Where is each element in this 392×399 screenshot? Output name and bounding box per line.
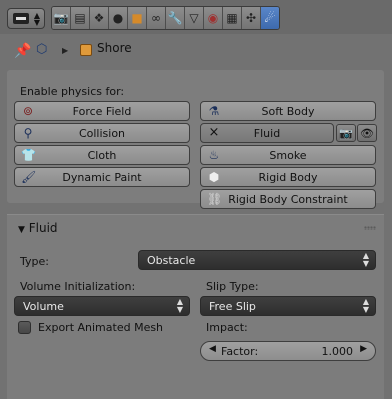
- updown-arrows-icon: ▲ ▼: [362, 297, 369, 314]
- slip-type-value: Free Slip: [209, 299, 256, 313]
- slip-type-label: Slip Type:: [206, 280, 259, 293]
- collision-button[interactable]: ⚲ Collision: [14, 123, 190, 143]
- updown-arrows-icon: ▲ ▼: [176, 297, 183, 314]
- constraints-icon[interactable]: ∞: [147, 7, 166, 29]
- render-layers-icon[interactable]: ▤: [71, 7, 90, 29]
- type-dropdown[interactable]: Obstacle ▲ ▼: [138, 250, 376, 270]
- drag-handle-icon[interactable]: [364, 226, 376, 230]
- pin-icon[interactable]: 📌: [14, 43, 31, 59]
- enable-physics-label: Enable physics for:: [20, 85, 125, 98]
- rigid-body-constraint-label: Rigid Body Constraint: [228, 192, 348, 206]
- type-value: Obstacle: [147, 253, 196, 267]
- data-icon[interactable]: ▽: [185, 7, 204, 29]
- dynamic-paint-button[interactable]: 🖌 Dynamic Paint: [14, 167, 190, 187]
- factor-number-field[interactable]: ◀ Factor: 1.000 ▶: [200, 341, 376, 361]
- chevron-right-icon: ▶: [62, 46, 69, 55]
- fluid-panel-title: Fluid: [28, 221, 58, 235]
- cube-icon: [80, 44, 92, 56]
- volume-init-value: Volume: [23, 299, 64, 313]
- eye-icon: 👁: [360, 126, 374, 140]
- scene-icon[interactable]: ❖: [90, 7, 109, 29]
- decrement-arrow-icon[interactable]: ◀: [209, 344, 216, 354]
- object-name: Shore: [97, 41, 132, 55]
- soft-body-button[interactable]: ⚗ Soft Body: [200, 101, 376, 121]
- soft-body-label: Soft Body: [261, 104, 315, 118]
- slip-type-dropdown[interactable]: Free Slip ▲ ▼: [200, 296, 376, 316]
- cloth-button[interactable]: 👕 Cloth: [14, 145, 190, 165]
- dynamic-paint-label: Dynamic Paint: [62, 170, 142, 184]
- cloth-icon: 👕: [21, 148, 36, 162]
- collapse-triangle-icon: ▼: [18, 225, 25, 235]
- fluid-label: Fluid: [253, 126, 281, 140]
- camera-icon: 📷: [339, 126, 353, 140]
- export-animated-mesh-checkbox[interactable]: [18, 321, 31, 334]
- type-label: Type:: [20, 255, 49, 268]
- modifiers-icon[interactable]: 🔧: [166, 7, 185, 29]
- fluid-remove-button[interactable]: × Fluid: [200, 123, 334, 143]
- brush-icon: 🖌: [21, 170, 37, 184]
- impact-label: Impact:: [206, 321, 248, 334]
- object-type-icon: ⬡: [36, 42, 48, 57]
- volume-init-dropdown[interactable]: Volume ▲ ▼: [14, 296, 190, 316]
- rigid-body-icon: ⬢: [208, 170, 220, 184]
- soft-body-icon: ⚗: [208, 104, 220, 118]
- properties-editor-icon: [13, 13, 29, 24]
- rigid-body-button[interactable]: ⬢ Rigid Body: [200, 167, 376, 187]
- factor-label: Factor:: [221, 345, 259, 358]
- smoke-icon: ♨: [208, 148, 220, 162]
- cloth-label: Cloth: [87, 148, 117, 162]
- world-icon[interactable]: ●: [109, 7, 128, 29]
- force-field-label: Force Field: [72, 104, 132, 118]
- physics-icon[interactable]: ☄: [261, 7, 279, 29]
- collision-label: Collision: [78, 126, 126, 140]
- updown-arrows-icon: ▲ ▼: [362, 251, 369, 268]
- force-field-icon: ⊚: [22, 104, 34, 118]
- smoke-button[interactable]: ♨ Smoke: [200, 145, 376, 165]
- viewport-toggle-button[interactable]: 👁: [357, 124, 377, 142]
- particles-icon[interactable]: ✣: [242, 7, 261, 29]
- context-tabs: 📷 ▤ ❖ ● ■ ∞ 🔧 ▽ ◉ ▦ ✣ ☄: [51, 6, 280, 30]
- fluid-panel-header[interactable]: ▼ Fluid: [18, 221, 58, 235]
- collision-icon: ⚲: [23, 126, 33, 140]
- rigid-body-label: Rigid Body: [258, 170, 318, 184]
- material-icon[interactable]: ◉: [204, 7, 223, 29]
- factor-value: 1.000: [321, 345, 354, 358]
- export-animated-mesh-label: Export Animated Mesh: [38, 321, 164, 334]
- render-toggle-button[interactable]: 📷: [336, 124, 356, 142]
- smoke-label: Smoke: [269, 148, 307, 162]
- chain-icon: ⛓: [207, 192, 223, 206]
- force-field-button[interactable]: ⊚ Force Field: [14, 101, 190, 121]
- render-icon[interactable]: 📷: [52, 7, 71, 29]
- editor-type-button[interactable]: ▲ ▼: [7, 8, 45, 29]
- updown-arrows-icon: ▲ ▼: [33, 11, 40, 27]
- volume-init-label: Volume Initialization:: [20, 280, 136, 293]
- object-icon[interactable]: ■: [128, 7, 147, 29]
- texture-icon[interactable]: ▦: [223, 7, 242, 29]
- increment-arrow-icon[interactable]: ▶: [360, 344, 367, 354]
- remove-icon: ×: [208, 125, 220, 140]
- rigid-body-constraint-button[interactable]: ⛓ Rigid Body Constraint: [200, 189, 376, 209]
